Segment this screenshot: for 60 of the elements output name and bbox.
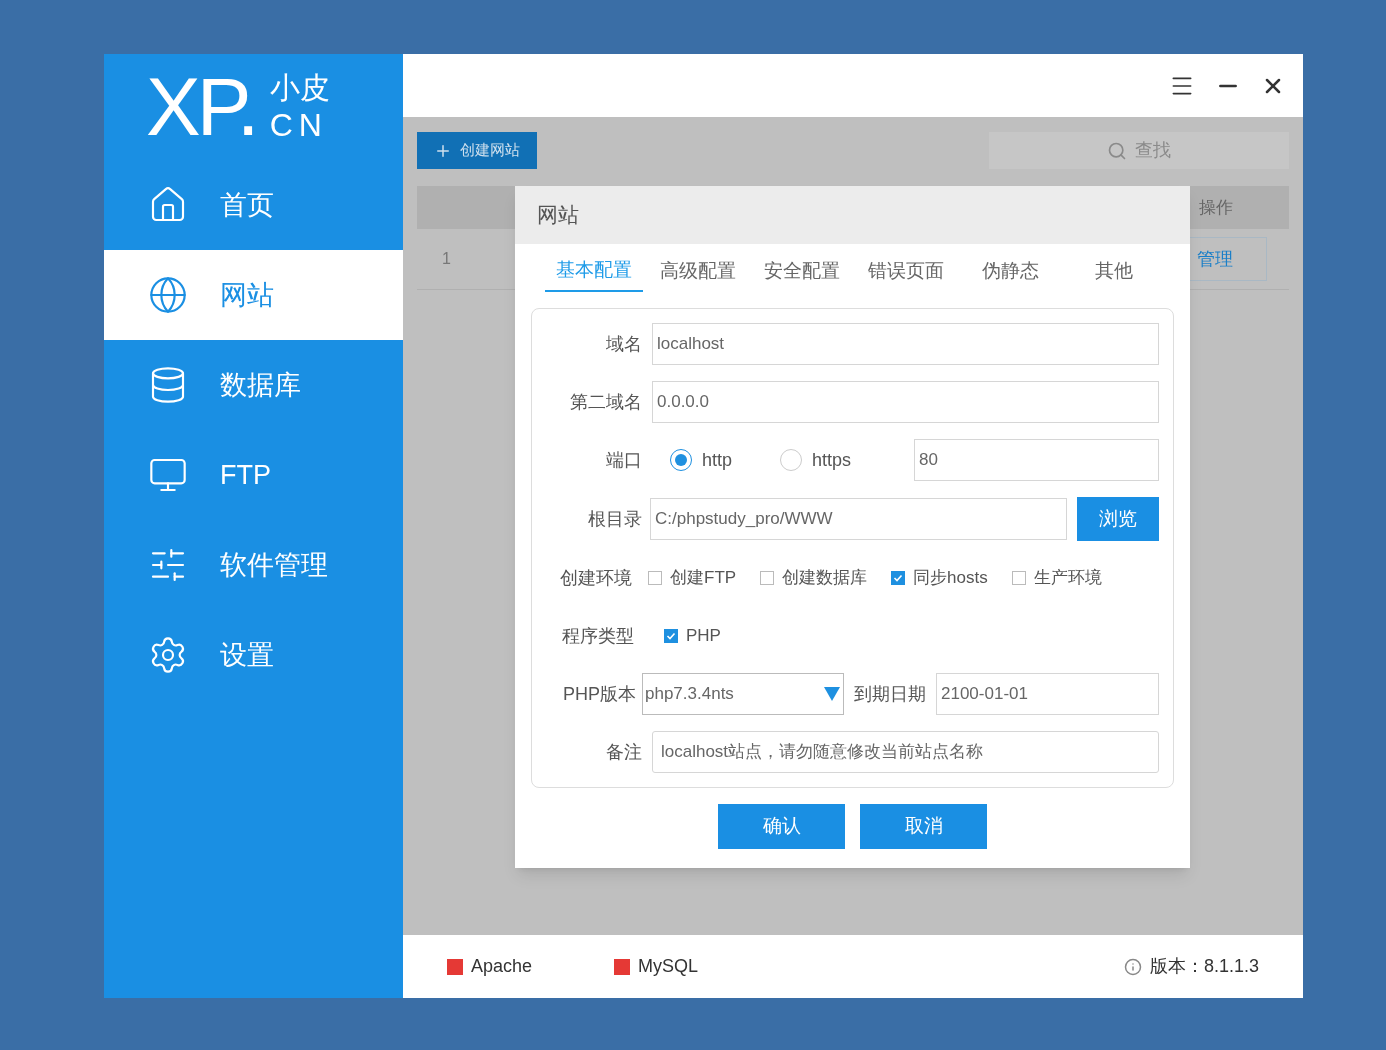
sidebar-item[interactable]: 软件管理 — [104, 520, 403, 610]
tab[interactable]: 基本配置 — [545, 250, 643, 292]
check-icon — [666, 631, 676, 641]
info-icon — [1123, 957, 1142, 976]
sidebar-item[interactable]: 设置 — [104, 610, 403, 700]
text-field[interactable]: 2100-01-01 — [936, 673, 1159, 715]
tab[interactable]: 安全配置 — [753, 250, 851, 292]
field-label: 程序类型 — [561, 624, 634, 648]
search-icon — [1107, 140, 1127, 161]
text-field[interactable]: localhost — [652, 323, 1159, 365]
field-label: PHP版本 — [562, 682, 636, 706]
dialog-button[interactable]: 确认 — [718, 804, 845, 849]
sidebar-item[interactable]: FTP — [104, 430, 403, 520]
checkbox-label: 生产环境 — [1033, 567, 1102, 590]
field-label: 到期日期 — [854, 682, 926, 706]
check-icon — [893, 573, 904, 583]
field-label: 域名 — [605, 332, 642, 356]
logo-subtitle: 小皮 — [269, 73, 330, 103]
text-field[interactable]: 80 — [914, 439, 1159, 481]
column-header: 操作 — [1199, 196, 1233, 219]
dialog-title: 网站 — [537, 202, 579, 229]
checkbox[interactable] — [664, 629, 678, 643]
row-number: 1 — [442, 249, 451, 269]
radio-label: https — [812, 448, 852, 472]
checkbox[interactable] — [891, 571, 906, 585]
text-field[interactable]: C:/phpstudy_pro/WWW — [650, 498, 1067, 540]
field-label: 根目录 — [587, 507, 642, 531]
logo-subtitle: CN — [269, 109, 329, 141]
checkbox-label: 同步hosts — [913, 567, 988, 590]
sidebar-item[interactable]: 数据库 — [104, 340, 403, 430]
create-site-button[interactable]: 创建网站 — [417, 132, 537, 169]
service-name: Apache — [471, 955, 533, 978]
dropdown-arrow-icon — [823, 686, 841, 702]
version-text: 版本：8.1.1.3 — [1149, 955, 1259, 978]
radio-label: http — [702, 448, 733, 472]
checkbox-label: 创建FTP — [670, 567, 737, 590]
checkbox-label: PHP — [686, 625, 721, 648]
tab[interactable]: 高级配置 — [649, 250, 747, 292]
sidebar-item[interactable]: 网站 — [104, 250, 403, 340]
text-field[interactable]: 0.0.0.0 — [652, 381, 1159, 423]
field-label: 第二域名 — [569, 390, 642, 414]
field-label: 创建环境 — [559, 566, 632, 590]
text-field[interactable]: localhost站点，请勿随意修改当前站点名称 — [652, 731, 1159, 773]
checkbox-label: 创建数据库 — [782, 567, 868, 590]
browse-button[interactable]: 浏览 — [1077, 497, 1159, 541]
service-name: MySQL — [638, 955, 698, 978]
tab[interactable]: 错误页面 — [857, 250, 955, 292]
globe-icon — [148, 275, 188, 315]
checkbox[interactable] — [1011, 571, 1026, 585]
tab[interactable]: 伪静态 — [961, 250, 1059, 292]
checkbox[interactable] — [760, 571, 775, 585]
field-label: 端口 — [605, 448, 642, 472]
checkbox[interactable] — [648, 571, 662, 585]
search-field[interactable]: 查找 — [989, 132, 1289, 169]
tab[interactable]: 其他 — [1065, 250, 1163, 292]
dialog-button[interactable]: 取消 — [860, 804, 987, 849]
field-label: 备注 — [605, 740, 642, 764]
logo-text: XP. — [146, 66, 256, 148]
sidebar-item[interactable]: 首页 — [104, 160, 403, 250]
php-version-select[interactable]: php7.3.4nts — [642, 673, 844, 715]
